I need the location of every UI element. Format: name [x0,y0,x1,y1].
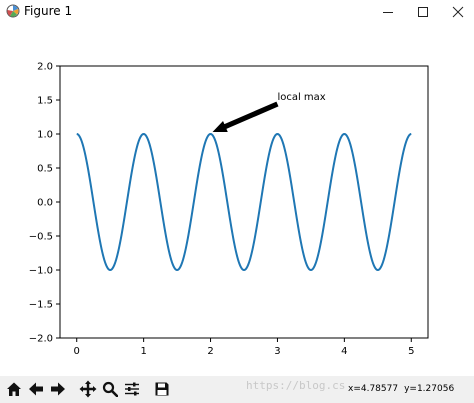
zoom-icon [102,381,118,397]
x-tick-label: 1 [140,346,146,357]
x-tick-label: 3 [274,346,280,357]
save-button[interactable] [152,378,172,400]
matplotlib-logo-icon [6,4,20,18]
pan-icon [79,380,97,398]
title-bar: Figure 1 [0,0,474,24]
x-tick-label: 0 [74,346,80,357]
home-button[interactable] [4,378,24,400]
watermark-text: https://blog.cs [246,379,346,392]
y-tick-label: −2.0 [29,334,53,345]
home-icon [7,382,21,396]
figure-window: Figure 1 0 1 2 3 4 5 2.0 1.5 1.0 0.5 0.0 −0.5 −1.0 −1… [0,0,474,403]
x-tick-label: 5 [408,346,414,357]
forward-button[interactable] [48,378,68,400]
back-button[interactable] [26,378,46,400]
cursor-y-readout: y=1.27056 [404,384,455,394]
minimize-button[interactable] [370,0,406,24]
close-icon [452,6,464,18]
navigation-toolbar: https://blog.cs x=4.78577 y=1.27056 [0,376,474,403]
y-tick-label: 0.0 [37,198,53,209]
y-tick-label: 1.0 [37,130,53,141]
plot-canvas[interactable]: 0 1 2 3 4 5 2.0 1.5 1.0 0.5 0.0 −0.5 −1.0 −1.5 −2.0 loc… [0,24,474,376]
zoom-button[interactable] [100,378,120,400]
y-tick-label: −1.5 [29,300,53,311]
axes: 0 1 2 3 4 5 2.0 1.5 1.0 0.5 0.0 −0.5 −1.0 −1.5 −2.0 loc… [29,62,429,357]
y-tick-label: −1.0 [29,266,53,277]
window-title: Figure 1 [24,4,73,18]
cursor-coordinates: x=4.78577 y=1.27056 [348,384,460,394]
x-tick-label: 4 [341,346,347,357]
annotation-label: local max [277,92,325,103]
y-tick-label: 0.5 [37,164,53,175]
maximize-button[interactable] [405,0,441,24]
close-button[interactable] [440,0,474,24]
forward-icon [51,382,65,396]
y-tick-label: −0.5 [29,232,53,243]
y-tick-label: 2.0 [37,62,53,73]
minimize-icon [383,12,393,13]
back-icon [29,382,43,396]
pan-button[interactable] [78,378,98,400]
x-tick-label: 2 [207,346,213,357]
axes-frame [59,65,429,339]
y-tick-label: 1.5 [37,96,53,107]
configure-subplots-button[interactable] [122,378,142,400]
maximize-icon [418,7,428,17]
save-icon [155,382,169,396]
cursor-x-readout: x=4.78577 [348,384,399,394]
configure-subplots-icon [125,382,139,396]
